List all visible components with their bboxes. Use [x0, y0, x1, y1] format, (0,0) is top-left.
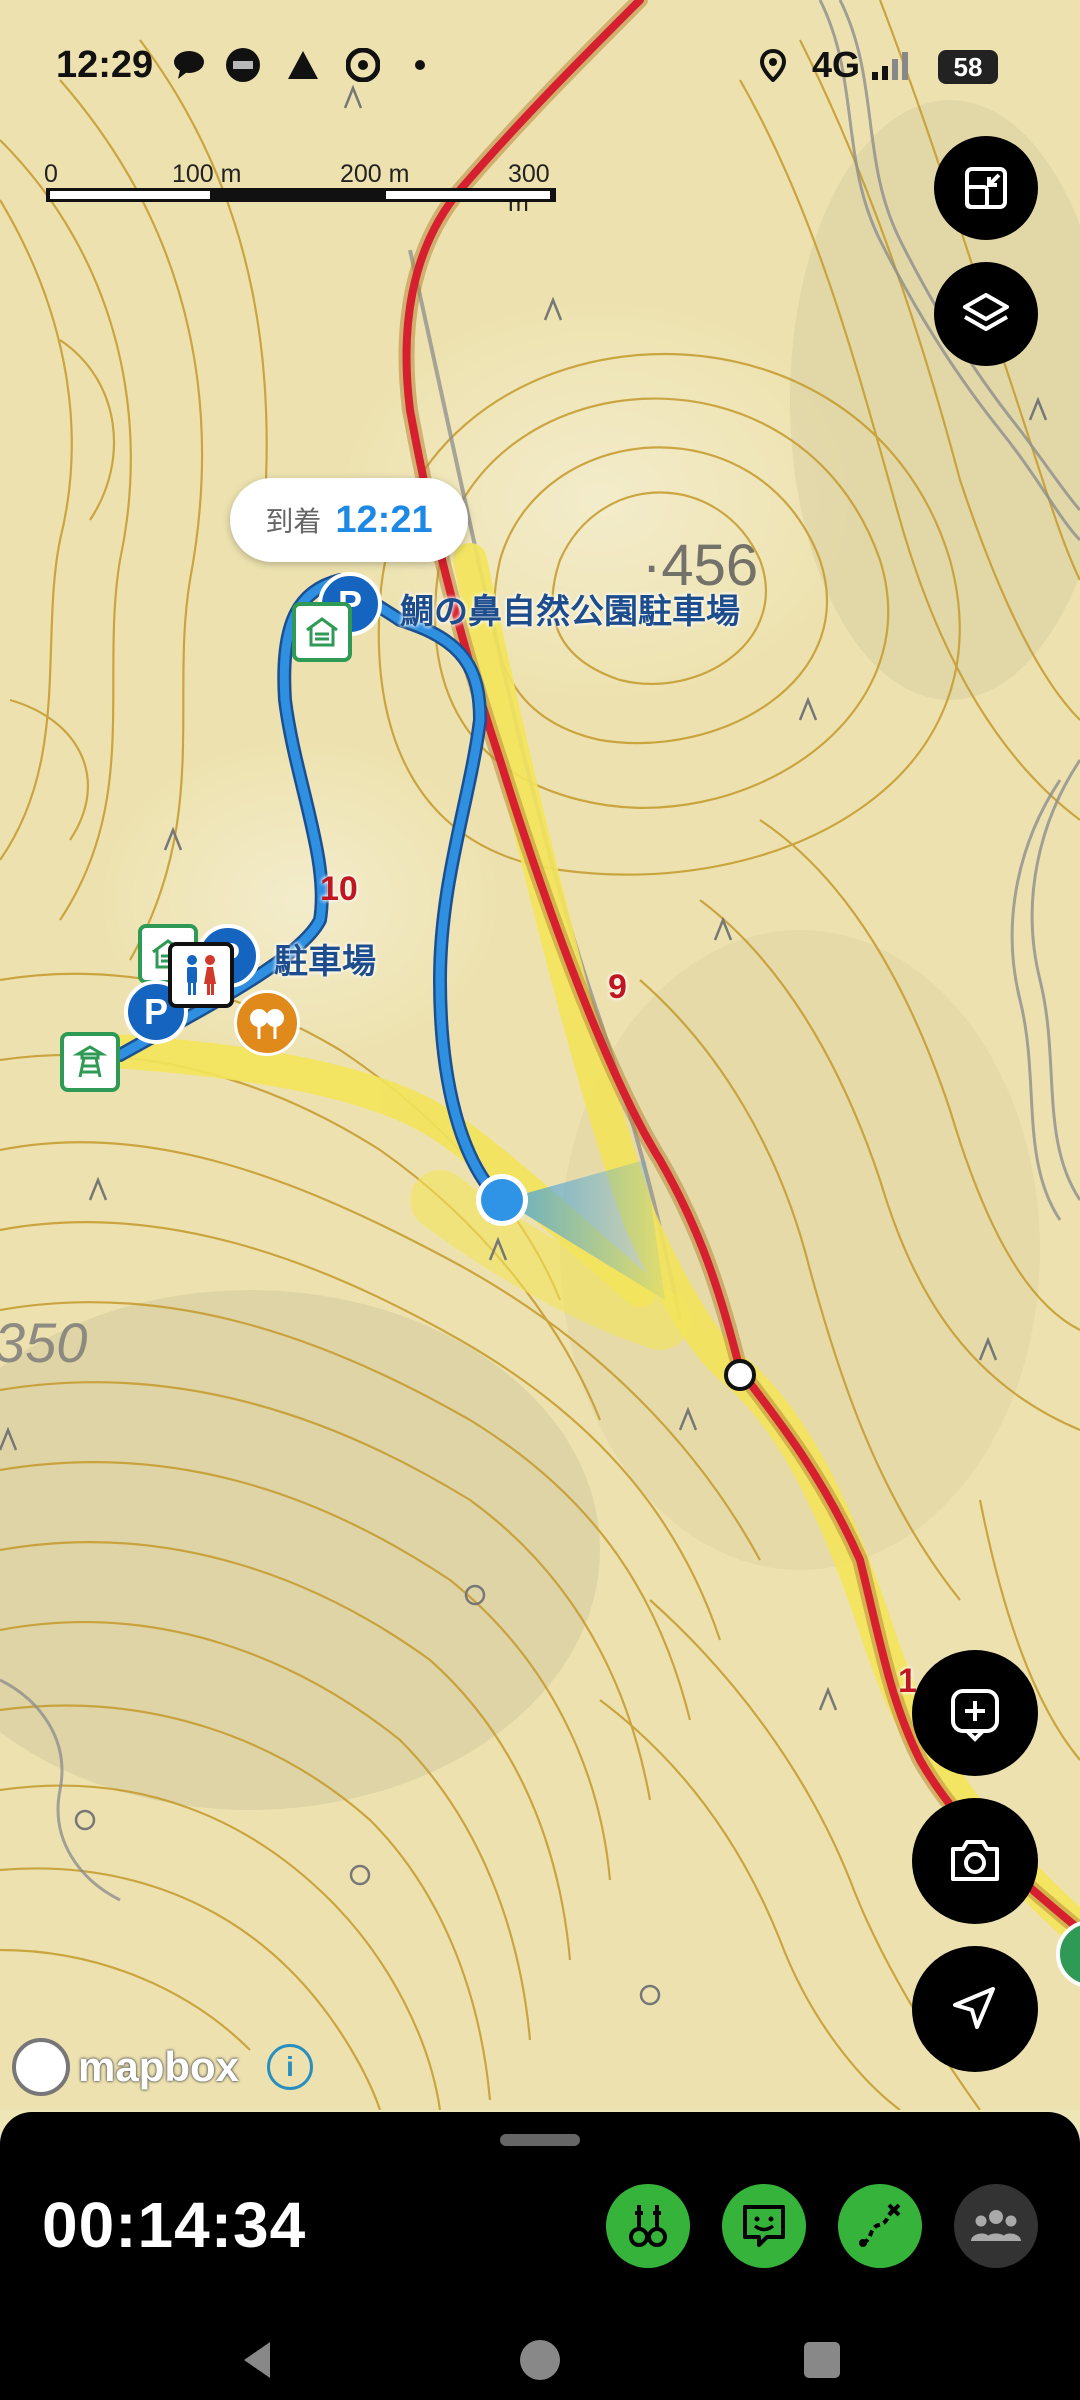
- group-icon: [971, 2210, 1021, 2241]
- zozotown-icon: [226, 48, 260, 82]
- drag-handle[interactable]: [500, 2134, 580, 2146]
- mapbox-wordmark: mapbox: [78, 2043, 240, 2090]
- network-type: 4G: [812, 44, 861, 85]
- emoji-chat-button[interactable]: [722, 2184, 806, 2268]
- recents-button[interactable]: [800, 2338, 844, 2382]
- group-button[interactable]: [954, 2184, 1038, 2268]
- camera-button[interactable]: [912, 1798, 1038, 1924]
- info-icon[interactable]: i: [267, 2044, 314, 2090]
- scale-label-0: 0: [44, 160, 58, 188]
- shelter-icon-main[interactable]: [292, 602, 352, 662]
- observation-tower-icon[interactable]: [60, 1032, 120, 1092]
- arrival-bubble: 到着 12:21: [230, 478, 468, 562]
- camera-icon: [951, 1840, 999, 1881]
- fullscreen-toggle-button[interactable]: [934, 136, 1038, 240]
- mapbox-attribution[interactable]: mapbox i: [12, 2038, 314, 2096]
- layers-button[interactable]: [934, 262, 1038, 366]
- scale-bar: 0 100 m 200 m 300 m: [42, 160, 562, 217]
- park-icon[interactable]: [234, 990, 300, 1056]
- route-path-icon: [859, 2203, 901, 2247]
- tracking-panel[interactable]: 00:14:34: [0, 2112, 1080, 2400]
- triangle-app-icon: [288, 51, 318, 79]
- map-view[interactable]: 0 100 m 200 m 300 m 到着 12:21 鯛の鼻自然公園駐車場 …: [0, 0, 1080, 2110]
- elapsed-time: 00:14:34: [42, 2189, 307, 2261]
- add-waypoint-button[interactable]: [912, 1650, 1038, 1776]
- back-button[interactable]: [236, 2338, 280, 2382]
- scale-label-100: 100 m: [172, 160, 242, 188]
- shrink-screen-icon: [965, 167, 1007, 209]
- chat-smile-icon: [743, 2205, 785, 2247]
- home-button[interactable]: [518, 2338, 562, 2382]
- navigation-arrow-icon: [953, 1987, 995, 2029]
- arrival-time: 12:21: [335, 498, 433, 541]
- route-share-button[interactable]: [838, 2184, 922, 2268]
- topographic-map: [0, 0, 1080, 2110]
- chat-bubble-icon: [174, 51, 204, 79]
- gps-poles-button[interactable]: [606, 2184, 690, 2268]
- route-marker-10: 10: [320, 870, 358, 908]
- add-note-icon: [951, 1689, 999, 1742]
- status-bar: 12:29 4G 58: [0, 0, 1080, 130]
- mapbox-logo-icon: [12, 2038, 70, 2096]
- signal-icon: [872, 52, 908, 80]
- arrival-label: 到着: [265, 506, 322, 537]
- navigate-button[interactable]: [912, 1946, 1038, 2072]
- scale-label-200: 200 m: [340, 160, 410, 188]
- dot-icon: [415, 60, 425, 70]
- elevation-peak-label: ·456: [642, 533, 759, 598]
- location-icon: [759, 48, 787, 82]
- parking-small-label[interactable]: 駐車場: [274, 934, 376, 983]
- gps-poles-icon: [629, 2205, 667, 2247]
- layers-icon: [963, 293, 1009, 331]
- scale-line: [46, 188, 556, 202]
- system-nav-bar: [0, 2320, 1080, 2400]
- battery-indicator: 58: [938, 50, 998, 84]
- status-time: 12:29: [56, 44, 154, 86]
- toilet-icon[interactable]: [168, 942, 234, 1008]
- chrome-icon: [346, 48, 380, 82]
- contour-elevation-label: 350: [0, 1311, 88, 1374]
- route-marker-9: 9: [608, 968, 627, 1006]
